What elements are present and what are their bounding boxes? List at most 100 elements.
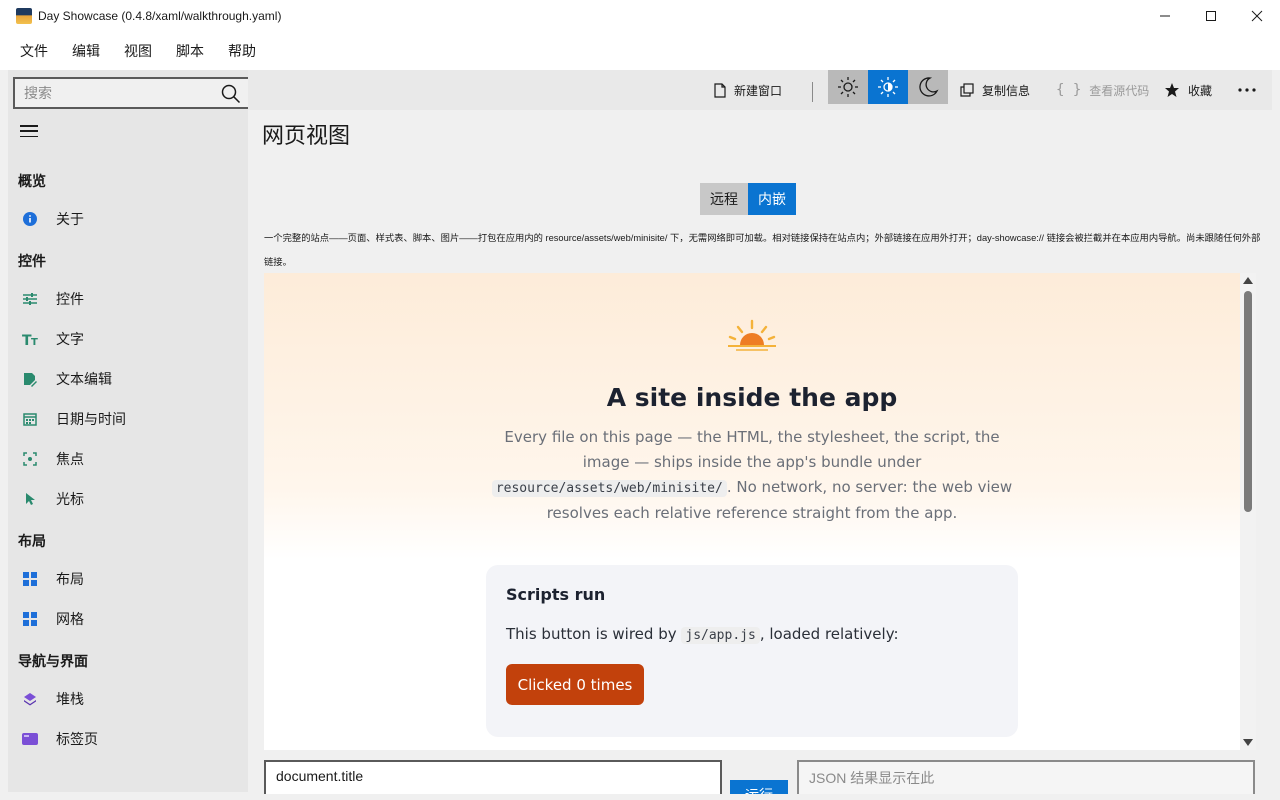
- sidebar-item-label: 网格: [56, 611, 84, 627]
- tabs-icon: [22, 731, 38, 747]
- close-button[interactable]: [1234, 0, 1280, 32]
- search-box: [13, 77, 251, 109]
- favorite-label: 收藏: [1188, 83, 1213, 98]
- sidebar-item-label: 文本编辑: [56, 371, 112, 387]
- click-counter-button[interactable]: Clicked 0 times: [506, 664, 644, 705]
- site-heading: A site inside the app: [606, 383, 898, 412]
- sidebar-item-label: 标签页: [56, 731, 98, 747]
- menu-script[interactable]: 脚本: [164, 41, 216, 61]
- layout-icon: [22, 571, 38, 587]
- sidebar-item-label: 控件: [56, 291, 84, 307]
- menu-file[interactable]: 文件: [8, 41, 60, 61]
- focus-icon: [22, 451, 38, 467]
- lede-code: resource/assets/web/minisite/: [491, 480, 727, 497]
- title-bar: Day Showcase (0.4.8/xaml/walkthrough.yam…: [0, 0, 1280, 32]
- sidebar-item-label: 关于: [56, 211, 84, 227]
- site-lede: Every file on this page — the HTML, the …: [482, 425, 1022, 526]
- toolbar-divider: [812, 82, 813, 102]
- more-options-button[interactable]: [1238, 70, 1256, 110]
- sidebar-item-tabs[interactable]: 标签页: [8, 721, 248, 757]
- star-icon: [1164, 82, 1180, 98]
- new-window-button[interactable]: 新建窗口: [714, 70, 782, 110]
- maximize-icon: [1206, 11, 1216, 21]
- copy-info-button[interactable]: 复制信息: [960, 70, 1030, 110]
- script-eval-input[interactable]: document.title: [264, 760, 722, 794]
- card-title: Scripts run: [506, 585, 606, 604]
- more-dots-icon: [1238, 88, 1256, 92]
- view-source-button[interactable]: { } 查看源代码: [1056, 70, 1149, 110]
- sidebar-item-text[interactable]: TT 文字: [8, 321, 248, 357]
- web-view-scrollbar[interactable]: [1240, 273, 1256, 750]
- scroll-down-arrow-icon[interactable]: [1243, 739, 1253, 746]
- sidebar-item-controls[interactable]: 控件: [8, 281, 248, 317]
- auto-theme-button[interactable]: [868, 70, 908, 104]
- scroll-up-arrow-icon[interactable]: [1243, 277, 1253, 284]
- lede-text-start: Every file on this page — the HTML, the …: [504, 428, 1000, 471]
- svg-text:T: T: [31, 337, 38, 346]
- menu-bar: 文件 编辑 视图 脚本 帮助: [0, 32, 1280, 70]
- sidebar: 概览 关于 控件 控件 TT 文字 文本编辑 日期与时间 焦点 光标 布局 布局…: [8, 70, 251, 792]
- sliders-icon: [22, 291, 38, 307]
- grid-icon: [22, 611, 38, 627]
- copy-icon: [960, 83, 974, 97]
- stack-icon: [22, 691, 38, 707]
- menu-help[interactable]: 帮助: [216, 41, 268, 61]
- close-icon: [1251, 10, 1263, 22]
- sidebar-item-label: 焦点: [56, 451, 84, 467]
- sidebar-item-label: 堆栈: [56, 691, 84, 707]
- tab-embedded[interactable]: 内嵌: [748, 183, 796, 215]
- moon-icon: [919, 77, 939, 97]
- scripts-card: Scripts run This button is wired by js/a…: [486, 565, 1018, 737]
- dark-theme-button[interactable]: [908, 70, 948, 104]
- sidebar-item-grid[interactable]: 网格: [8, 601, 248, 637]
- section-overview: 概览: [18, 173, 46, 189]
- code-braces-icon: { }: [1056, 82, 1082, 98]
- view-source-label: 查看源代码: [1089, 83, 1150, 98]
- menu-edit[interactable]: 编辑: [60, 41, 112, 61]
- search-input[interactable]: [15, 85, 215, 101]
- card-text-start: This button is wired by: [506, 625, 682, 643]
- minimize-button[interactable]: [1142, 0, 1188, 32]
- scrollbar-thumb[interactable]: [1244, 291, 1252, 512]
- run-button[interactable]: 运行: [730, 780, 788, 794]
- sun-half-icon: [878, 77, 898, 97]
- edit-icon: [22, 371, 38, 387]
- sidebar-item-cursor[interactable]: 光标: [8, 481, 248, 517]
- sidebar-item-layout[interactable]: 布局: [8, 561, 248, 597]
- card-code: js/app.js: [681, 627, 760, 644]
- web-view[interactable]: A site inside the app Every file on this…: [264, 273, 1240, 750]
- sidebar-item-label: 日期与时间: [56, 411, 126, 427]
- maximize-button[interactable]: [1188, 0, 1234, 32]
- json-result-field: JSON 结果显示在此: [797, 760, 1255, 794]
- sidebar-item-label: 文字: [56, 331, 84, 347]
- sidebar-item-label: 光标: [56, 491, 84, 507]
- menu-view[interactable]: 视图: [112, 41, 164, 61]
- sidebar-item-text-edit[interactable]: 文本编辑: [8, 361, 248, 397]
- sun-outline-icon: [838, 77, 858, 97]
- tab-remote[interactable]: 远程: [700, 183, 748, 215]
- hamburger-menu-icon[interactable]: [19, 123, 39, 139]
- window-controls: [1142, 0, 1280, 32]
- cursor-icon: [22, 491, 38, 507]
- info-icon: [22, 211, 38, 227]
- sidebar-item-focus[interactable]: 焦点: [8, 441, 248, 477]
- card-text-end: , loaded relatively:: [759, 625, 899, 643]
- section-navigation: 导航与界面: [18, 653, 88, 669]
- card-text: This button is wired by js/app.js, loade…: [506, 625, 899, 644]
- window-title: Day Showcase (0.4.8/xaml/walkthrough.yam…: [38, 9, 282, 23]
- sidebar-item-date-time[interactable]: 日期与时间: [8, 401, 248, 437]
- theme-toggle-group: [828, 70, 948, 104]
- sunrise-icon: [728, 319, 776, 351]
- app-logo-icon: [16, 8, 32, 24]
- favorite-button[interactable]: 收藏: [1164, 70, 1212, 110]
- search-icon[interactable]: [221, 84, 241, 104]
- description-text: 一个完整的站点——页面、样式表、脚本、图片——打包在应用内的 resource/…: [264, 233, 1261, 267]
- light-theme-button[interactable]: [828, 70, 868, 104]
- sidebar-item-stack[interactable]: 堆栈: [8, 681, 248, 717]
- section-controls: 控件: [18, 253, 46, 269]
- text-icon: TT: [22, 331, 38, 347]
- sidebar-item-about[interactable]: 关于: [8, 201, 248, 237]
- page-title: 网页视图: [262, 123, 351, 148]
- section-layout: 布局: [18, 533, 46, 549]
- new-window-label: 新建窗口: [734, 83, 783, 98]
